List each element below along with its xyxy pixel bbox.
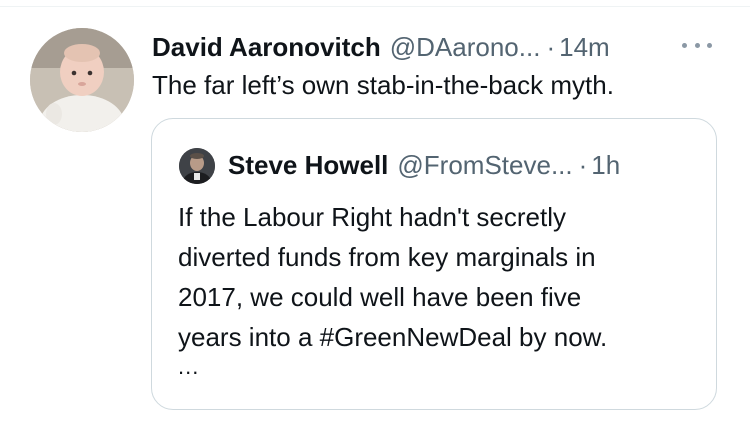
baby-photo-avatar-icon: [30, 28, 134, 132]
header-separator: ·: [546, 32, 556, 62]
quoted-author-avatar[interactable]: [179, 148, 215, 184]
quoted-text-line: 2017, we could well have been five: [178, 282, 582, 312]
more-horizontal-icon[interactable]: [682, 39, 712, 51]
quoted-text-line: years into a #GreenNewDeal by now.: [178, 322, 608, 352]
author-display-name[interactable]: David Aaronovitch: [152, 30, 381, 64]
more-dot: [682, 42, 687, 48]
author-avatar[interactable]: [30, 28, 134, 132]
tweet-timestamp[interactable]: 14m: [559, 30, 610, 64]
quoted-text-truncation: ...: [178, 354, 200, 379]
quoted-tweet-text: If the Labour Right hadn't secretly dive…: [178, 197, 607, 357]
quoted-author-handle[interactable]: @FromSteve...: [397, 148, 572, 182]
top-divider: [0, 6, 750, 7]
author-handle[interactable]: @DAarono...: [390, 30, 541, 64]
quoted-header-separator: ·: [578, 150, 588, 180]
quoted-tweet-timestamp[interactable]: 1h: [591, 148, 620, 182]
more-dot: [694, 42, 700, 48]
more-dot: [707, 42, 712, 48]
person-photo-avatar-icon: [179, 148, 215, 184]
quoted-tweet-card[interactable]: Steve Howell @FromSteve... · 1h If the L…: [151, 118, 717, 410]
tweet-header: David Aaronovitch @DAarono... · 14m: [152, 30, 610, 64]
quoted-author-display-name[interactable]: Steve Howell: [228, 148, 388, 182]
tweet-text: The far left’s own stab-in-the-back myth…: [152, 70, 614, 100]
quoted-text-line: diverted funds from key marginals in: [178, 242, 596, 272]
quoted-text-line: If the Labour Right hadn't secretly: [178, 202, 566, 232]
quoted-tweet-header: Steve Howell @FromSteve... · 1h: [228, 148, 620, 182]
